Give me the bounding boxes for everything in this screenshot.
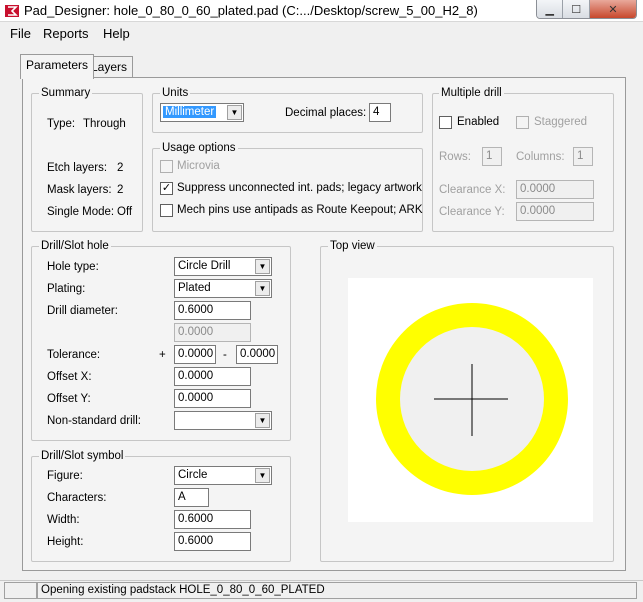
type-label: Type: (47, 118, 76, 130)
chevron-down-icon: ▼ (227, 105, 242, 120)
columns-input[interactable]: 1 (573, 147, 593, 166)
height-input[interactable]: 0.6000 (174, 532, 251, 551)
menu-bar: File Reports Help (0, 22, 643, 44)
multiple-drill-legend: Multiple drill (439, 87, 504, 99)
microvia-checkbox[interactable] (160, 160, 173, 173)
width-label: Width: (47, 514, 80, 526)
status-cell-left (4, 582, 37, 599)
staggered-label: Staggered (534, 116, 588, 128)
offset-x-input[interactable]: 0.0000 (174, 367, 251, 386)
single-mode-label: Single Mode: (47, 206, 115, 218)
hole-type-value: Circle Drill (178, 260, 231, 272)
chevron-down-icon: ▼ (255, 468, 270, 483)
mask-layers-value: 2 (117, 184, 124, 196)
non-standard-drill-label: Non-standard drill: (47, 415, 141, 427)
clearance-x-label: Clearance X: (439, 184, 506, 196)
etch-layers-label: Etch layers: (47, 162, 108, 174)
usage-options-legend: Usage options (160, 142, 238, 154)
tolerance-label: Tolerance: (47, 349, 101, 361)
offset-y-input[interactable]: 0.0000 (174, 389, 251, 408)
suppress-label: Suppress unconnected int. pads; legacy a… (177, 182, 422, 194)
close-button[interactable]: ✕ (589, 0, 636, 18)
decimal-places-input[interactable]: 4 (369, 103, 391, 122)
drill-diameter-secondary-input[interactable]: 0.0000 (174, 323, 251, 342)
single-mode-value: Off (117, 206, 133, 218)
hole-type-select[interactable]: Circle Drill ▼ (174, 257, 272, 276)
clearance-y-input[interactable]: 0.0000 (516, 202, 594, 221)
width-input[interactable]: 0.6000 (174, 510, 251, 529)
staggered-checkbox[interactable] (516, 116, 529, 129)
window-controls: ▁ ☐ ✕ (536, 0, 637, 19)
app-icon (5, 5, 19, 17)
clearance-y-label: Clearance Y: (439, 206, 505, 218)
minimize-button[interactable]: ▁ (537, 0, 564, 18)
microvia-label: Microvia (177, 160, 220, 172)
multi-enabled-checkbox[interactable] (439, 116, 452, 129)
drill-slot-symbol-legend: Drill/Slot symbol (39, 450, 126, 462)
top-view-legend: Top view (328, 240, 377, 252)
status-message: Opening existing padstack HOLE_0_80_0_60… (37, 582, 637, 599)
units-legend: Units (160, 87, 191, 99)
type-value: Through (83, 118, 126, 130)
figure-label: Figure: (47, 470, 83, 482)
menu-reports[interactable]: Reports (43, 26, 89, 41)
height-label: Height: (47, 536, 84, 548)
etch-layers-value: 2 (117, 162, 124, 174)
title-bar: Pad_Designer: hole_0_80_0_60_plated.pad … (0, 0, 643, 22)
tolerance-minus-input[interactable]: 0.0000 (236, 345, 278, 364)
rows-input[interactable]: 1 (482, 147, 502, 166)
non-standard-drill-select[interactable]: ▼ (174, 411, 272, 430)
tolerance-plus-sign: + (159, 349, 166, 361)
mask-layers-label: Mask layers: (47, 184, 112, 196)
multi-enabled-label: Enabled (457, 116, 500, 128)
figure-value: Circle (178, 469, 208, 481)
clearance-x-input[interactable]: 0.0000 (516, 180, 594, 199)
mech-pins-label: Mech pins use antipads as Route Keepout;… (177, 204, 423, 216)
characters-label: Characters: (47, 492, 107, 504)
characters-input[interactable]: A (174, 488, 209, 507)
units-select[interactable]: Millimeter ▼ (160, 103, 244, 122)
summary-legend: Summary (39, 87, 93, 99)
top-view-canvas (348, 278, 593, 522)
drill-diameter-label: Drill diameter: (47, 305, 118, 317)
mech-pins-checkbox[interactable] (160, 204, 173, 217)
plating-label: Plating: (47, 283, 86, 295)
drill-slot-hole-legend: Drill/Slot hole (39, 240, 111, 252)
menu-file[interactable]: File (10, 26, 31, 41)
chevron-down-icon: ▼ (255, 281, 270, 296)
units-select-value: Millimeter (163, 106, 217, 118)
chevron-down-icon: ▼ (255, 259, 270, 274)
window-title: Pad_Designer: hole_0_80_0_60_plated.pad … (24, 3, 478, 18)
tab-parameters[interactable]: Parameters (20, 54, 95, 79)
tolerance-plus-input[interactable]: 0.0000 (174, 345, 216, 364)
drill-diameter-input[interactable]: 0.6000 (174, 301, 251, 320)
columns-label: Columns: (516, 151, 565, 163)
plating-value: Plated (178, 282, 211, 294)
menu-help[interactable]: Help (103, 26, 130, 41)
figure-select[interactable]: Circle ▼ (174, 466, 272, 485)
plating-select[interactable]: Plated ▼ (174, 279, 272, 298)
offset-x-label: Offset X: (47, 371, 92, 383)
rows-label: Rows: (439, 151, 471, 163)
chevron-down-icon: ▼ (255, 413, 270, 428)
decimal-places-label: Decimal places: (285, 107, 367, 119)
tolerance-minus-sign: - (223, 349, 227, 361)
suppress-checkbox[interactable]: ✓ (160, 182, 173, 195)
hole-type-label: Hole type: (47, 261, 99, 273)
offset-y-label: Offset Y: (47, 393, 91, 405)
maximize-button[interactable]: ☐ (563, 0, 590, 18)
